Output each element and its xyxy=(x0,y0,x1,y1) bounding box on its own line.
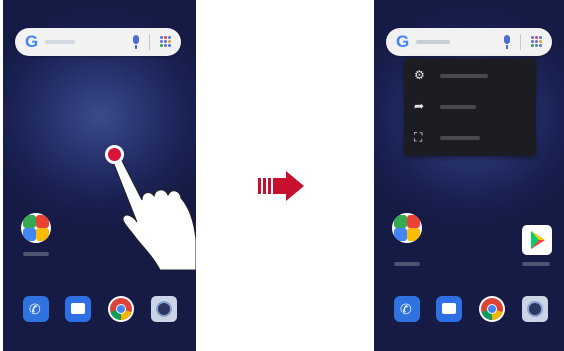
phone-icon: ✆ xyxy=(400,301,412,317)
menu-item-label xyxy=(440,136,480,140)
app-folder-icon[interactable] xyxy=(392,213,422,243)
camera-app-icon[interactable] xyxy=(151,296,177,322)
app-folder-icon[interactable] xyxy=(21,213,51,243)
play-store-icon xyxy=(531,231,545,249)
home-context-menu: ⚙ ➦ ⛶ xyxy=(404,58,536,156)
gear-icon: ⚙ xyxy=(414,68,425,82)
chrome-app-icon[interactable] xyxy=(479,296,505,322)
chrome-app-icon[interactable] xyxy=(108,296,134,322)
app-label xyxy=(522,262,550,266)
google-logo: G xyxy=(25,32,39,51)
menu-item-label xyxy=(440,74,488,78)
phone-app-icon[interactable]: ✆ xyxy=(23,296,49,322)
search-placeholder xyxy=(45,40,75,44)
play-store-app-icon[interactable] xyxy=(522,225,552,255)
share-icon: ➦ xyxy=(414,99,425,113)
search-divider xyxy=(149,34,150,50)
messages-app-icon[interactable] xyxy=(436,296,462,322)
apps-grid-icon[interactable] xyxy=(160,36,172,48)
next-step-arrow-icon xyxy=(258,171,304,201)
apps-grid-icon[interactable] xyxy=(531,36,543,48)
phone-app-icon[interactable]: ✆ xyxy=(394,296,420,322)
camera-app-icon[interactable] xyxy=(522,296,548,322)
phone-icon: ✆ xyxy=(29,301,41,317)
mic-icon[interactable] xyxy=(504,35,510,49)
folder-label xyxy=(394,262,420,266)
folder-label xyxy=(23,252,49,256)
google-logo: G xyxy=(396,32,410,51)
tap-indicator xyxy=(105,145,124,164)
search-placeholder xyxy=(416,40,450,44)
camera-icon xyxy=(156,301,172,317)
home-screen-after: G ⚙ ➦ ⛶ ✆ xyxy=(374,0,564,351)
widgets-icon: ⛶ xyxy=(414,130,423,144)
message-icon xyxy=(71,303,85,314)
chrome-icon xyxy=(110,298,132,320)
mic-icon[interactable] xyxy=(133,35,139,49)
messages-app-icon[interactable] xyxy=(65,296,91,322)
menu-item-home-settings[interactable]: ⚙ xyxy=(404,60,536,90)
chrome-icon xyxy=(481,298,503,320)
menu-item-share[interactable]: ➦ xyxy=(404,91,536,121)
message-icon xyxy=(442,303,456,314)
search-divider xyxy=(520,34,521,50)
menu-item-label xyxy=(440,105,476,109)
google-search-bar[interactable]: G xyxy=(15,28,181,56)
google-search-bar[interactable]: G xyxy=(386,28,552,56)
home-screen-before: G ✆ xyxy=(3,0,196,351)
camera-icon xyxy=(527,301,543,317)
menu-item-widgets[interactable]: ⛶ xyxy=(404,122,536,152)
